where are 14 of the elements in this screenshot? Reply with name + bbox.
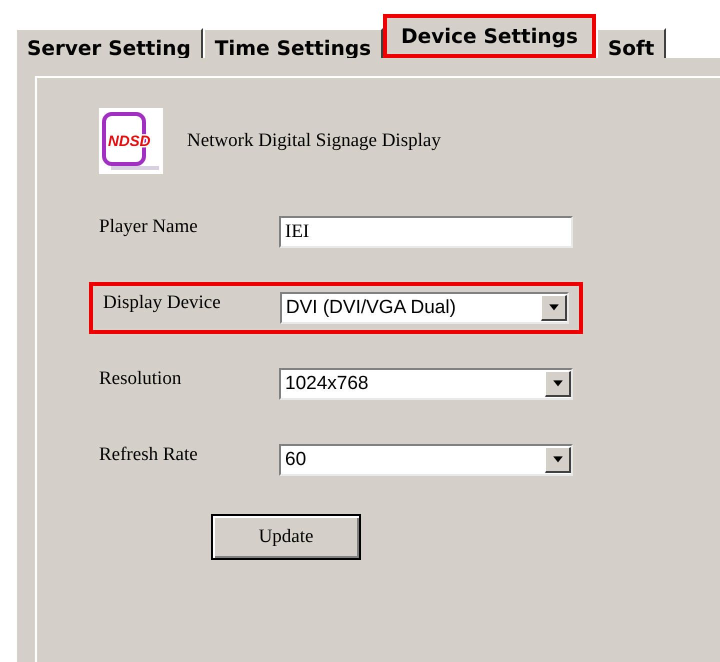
field-label: Resolution <box>99 368 182 390</box>
app-title: Network Digital Signage Display <box>187 130 441 152</box>
tab[interactable]: Device Settings <box>383 14 596 58</box>
tab[interactable]: Soft <box>596 28 666 58</box>
field-label: Display Device <box>103 292 222 314</box>
tab[interactable]: Server Setting <box>15 28 203 58</box>
dropdown[interactable]: 1024x768 <box>279 368 573 400</box>
dropdown[interactable]: DVI (DVI/VGA Dual) <box>280 292 569 324</box>
field-label: Player Name <box>99 216 199 238</box>
field-label: Refresh Rate <box>99 444 199 466</box>
tab[interactable]: Time Settings <box>202 28 384 58</box>
text-field[interactable]: IEI <box>279 216 573 248</box>
update-button[interactable]: Update <box>211 514 361 560</box>
dropdown[interactable]: 60 <box>279 444 573 476</box>
